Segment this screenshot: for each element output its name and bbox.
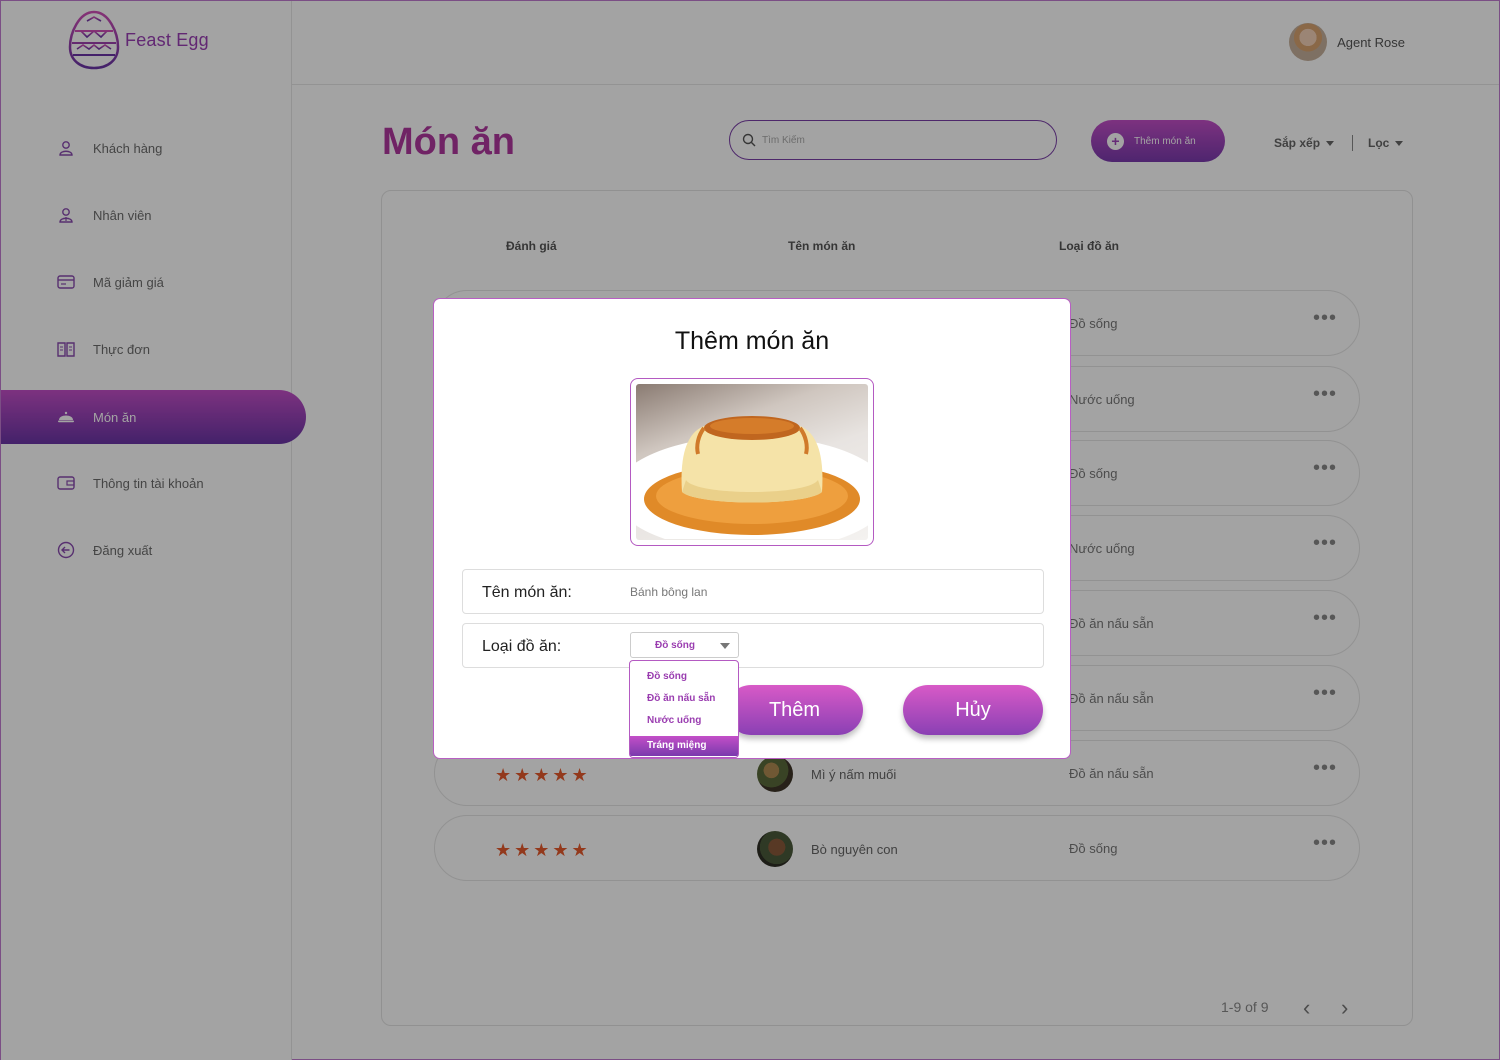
cancel-button-label: Hủy <box>955 698 991 721</box>
dish-name-label: Tên món ăn: <box>482 584 572 601</box>
dish-name-input[interactable]: Bánh bông lan <box>630 585 707 599</box>
add-dish-modal: Thêm món ăn Tên món ăn: Bánh bông lan Lo… <box>433 298 1071 759</box>
dish-type-select[interactable]: Đồ sống <box>630 632 739 658</box>
dropdown-option[interactable]: Nước uống <box>630 711 738 731</box>
add-button[interactable]: Thêm <box>726 685 863 735</box>
modal-title: Thêm món ăn <box>674 327 830 355</box>
dish-type-selected: Đồ sống <box>655 639 695 651</box>
dish-type-dropdown: Đồ sống Đồ ăn nấu sẵn Nước uống Tráng mi… <box>629 660 739 758</box>
dish-type-label: Loại đồ ăn: <box>482 638 562 655</box>
chevron-down-icon <box>720 643 730 649</box>
dish-image <box>636 384 868 540</box>
cancel-button[interactable]: Hủy <box>903 685 1043 735</box>
dropdown-option[interactable]: Đồ sống <box>630 667 738 687</box>
dish-name-field: Tên món ăn: Bánh bông lan <box>462 569 1044 614</box>
dropdown-option-highlighted[interactable]: Tráng miệng <box>630 736 738 756</box>
add-button-label: Thêm <box>768 698 821 721</box>
dropdown-option[interactable]: Đồ ăn nấu sẵn <box>630 689 738 709</box>
dish-image-upload[interactable] <box>630 378 874 546</box>
dish-type-field: Loại đồ ăn: Đồ sống <box>462 623 1044 668</box>
